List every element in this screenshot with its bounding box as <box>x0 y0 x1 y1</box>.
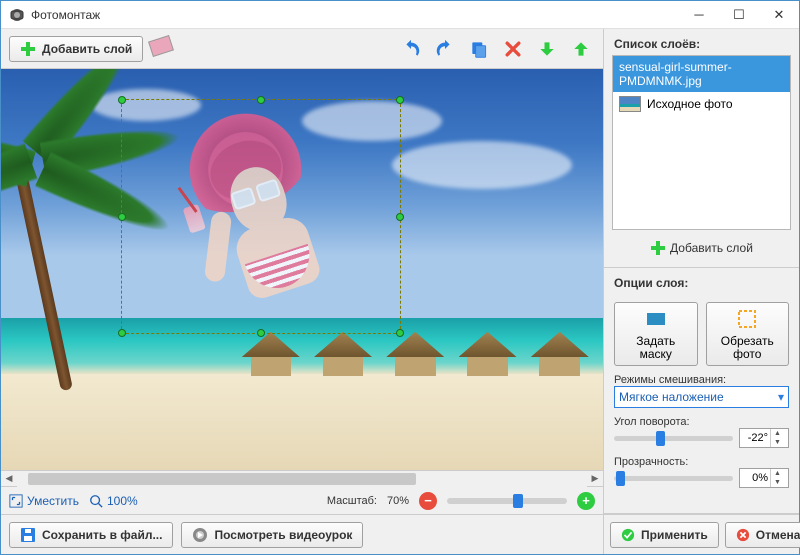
scroll-track[interactable] <box>17 471 587 487</box>
resize-handle[interactable] <box>396 96 404 104</box>
check-icon <box>621 528 635 542</box>
crop-icon <box>735 307 759 331</box>
options-title: Опции слоя: <box>604 268 799 294</box>
add-layer-link-label: Добавить слой <box>670 241 753 255</box>
titlebar: Фотомонтаж ─ ☐ ✕ <box>1 1 799 29</box>
layer-item[interactable]: Исходное фото <box>613 92 790 116</box>
video-tutorial-button[interactable]: Посмотреть видеоурок <box>181 522 363 548</box>
spin-down-icon[interactable]: ▼ <box>771 478 784 487</box>
undo-button[interactable] <box>397 35 425 63</box>
selection-box[interactable] <box>121 99 401 334</box>
zoom-bar: Уместить 100% Масштаб: 70% − + <box>1 486 603 514</box>
close-button[interactable]: ✕ <box>759 1 799 28</box>
apply-button[interactable]: Применить <box>610 522 719 548</box>
redo-button[interactable] <box>431 35 459 63</box>
plus-icon <box>650 240 666 256</box>
save-icon <box>20 527 36 543</box>
rotation-input[interactable]: ▲▼ <box>739 428 789 448</box>
layer-thumb <box>619 96 641 112</box>
save-button[interactable]: Сохранить в файл... <box>9 522 173 548</box>
right-panel: Список слоёв: sensual-girl-summer-PMDMNM… <box>604 29 799 554</box>
opacity-thumb[interactable] <box>616 471 625 486</box>
top-toolbar: Добавить слой <box>1 29 603 69</box>
video-label: Посмотреть видеоурок <box>214 528 352 542</box>
zoom-slider[interactable] <box>447 498 567 504</box>
rotation-slider[interactable] <box>614 436 733 441</box>
opacity-slider[interactable] <box>614 476 733 481</box>
blend-mode-combo[interactable]: Мягкое наложение ▾ <box>614 386 789 408</box>
bottom-bar: Сохранить в файл... Посмотреть видеоурок <box>1 514 603 554</box>
scroll-right-icon[interactable]: ▶ <box>587 471 603 487</box>
app-window: Фотомонтаж ─ ☐ ✕ Добавить слой <box>0 0 800 555</box>
blend-label: Режимы смешивания: <box>614 374 789 386</box>
resize-handle[interactable] <box>118 329 126 337</box>
cancel-icon <box>736 528 750 542</box>
canvas[interactable] <box>1 69 603 470</box>
blend-value: Мягкое наложение <box>619 390 724 404</box>
add-layer-label: Добавить слой <box>42 42 132 56</box>
crop-label: Обрезать фото <box>721 335 774 361</box>
rotation-value[interactable] <box>740 432 770 444</box>
layer-item[interactable]: sensual-girl-summer-PMDMNMK.jpg <box>613 56 790 92</box>
move-up-button[interactable] <box>567 35 595 63</box>
delete-button[interactable] <box>499 35 527 63</box>
zoom-in-button[interactable]: + <box>577 492 595 510</box>
scale-value: 70% <box>387 495 409 507</box>
mask-label: Задать маску <box>636 335 675 361</box>
left-pane: Добавить слой <box>1 29 604 554</box>
opacity-value[interactable] <box>740 472 770 484</box>
rotation-label: Угол поворота: <box>614 416 789 428</box>
spin-up-icon[interactable]: ▲ <box>771 469 784 478</box>
window-title: Фотомонтаж <box>31 8 679 22</box>
opacity-label: Прозрачность: <box>614 456 789 468</box>
fit-label: Уместить <box>27 494 79 508</box>
chevron-down-icon: ▾ <box>778 390 784 404</box>
add-layer-button[interactable]: Добавить слой <box>9 36 143 62</box>
set-mask-button[interactable]: Задать маску <box>614 302 698 366</box>
move-down-button[interactable] <box>533 35 561 63</box>
resize-handle[interactable] <box>257 329 265 337</box>
resize-handle[interactable] <box>396 329 404 337</box>
resize-handle[interactable] <box>118 96 126 104</box>
plus-icon <box>20 41 36 57</box>
resize-handle[interactable] <box>257 96 265 104</box>
layer-name: Исходное фото <box>647 97 733 111</box>
rotation-thumb[interactable] <box>656 431 665 446</box>
fit-button[interactable]: Уместить <box>9 494 79 508</box>
spin-down-icon[interactable]: ▼ <box>771 438 784 447</box>
video-icon <box>192 527 208 543</box>
maximize-button[interactable]: ☐ <box>719 1 759 28</box>
app-icon <box>9 7 25 23</box>
save-label: Сохранить в файл... <box>42 528 162 542</box>
zoom-100-label: 100% <box>107 494 138 508</box>
window-controls: ─ ☐ ✕ <box>679 1 799 28</box>
cancel-label: Отмена <box>756 528 800 542</box>
layers-title: Список слоёв: <box>604 29 799 55</box>
copy-button[interactable] <box>465 35 493 63</box>
minimize-button[interactable]: ─ <box>679 1 719 28</box>
crop-button[interactable]: Обрезать фото <box>706 302 790 366</box>
resize-handle[interactable] <box>396 213 404 221</box>
scroll-left-icon[interactable]: ◀ <box>1 471 17 487</box>
scale-label: Масштаб: <box>327 495 377 507</box>
horizontal-scrollbar[interactable]: ◀ ▶ <box>1 470 603 486</box>
zoom-slider-thumb[interactable] <box>513 494 523 508</box>
add-layer-link[interactable]: Добавить слой <box>650 240 753 256</box>
scroll-thumb[interactable] <box>28 473 416 485</box>
zoom-100-button[interactable]: 100% <box>89 494 138 508</box>
content: Добавить слой <box>1 29 799 554</box>
spin-up-icon[interactable]: ▲ <box>771 429 784 438</box>
zoom-out-button[interactable]: − <box>419 492 437 510</box>
opacity-input[interactable]: ▲▼ <box>739 468 789 488</box>
layer-list[interactable]: sensual-girl-summer-PMDMNMK.jpg Исходное… <box>612 55 791 230</box>
mask-icon <box>644 307 668 331</box>
apply-label: Применить <box>641 528 708 542</box>
layer-name: sensual-girl-summer-PMDMNMK.jpg <box>619 60 784 88</box>
resize-handle[interactable] <box>118 213 126 221</box>
cancel-button[interactable]: Отмена <box>725 522 800 548</box>
